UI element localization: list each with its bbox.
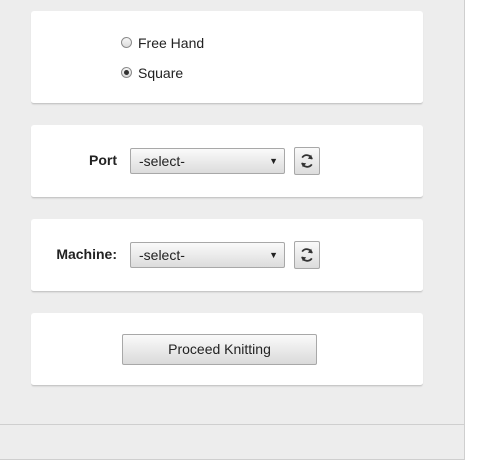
proceed-card: Proceed Knitting	[31, 313, 423, 386]
port-card: Port -select- ▼	[31, 125, 423, 198]
machine-select[interactable]: -select- ▼	[130, 242, 285, 268]
chevron-down-icon: ▼	[269, 156, 278, 166]
radio-option-free-hand[interactable]: Free Hand	[121, 34, 204, 52]
machine-label: Machine:	[56, 246, 117, 262]
port-refresh-button[interactable]	[294, 147, 320, 175]
port-label: Port	[89, 152, 117, 168]
machine-card: Machine: -select- ▼	[31, 219, 423, 292]
machine-refresh-button[interactable]	[294, 241, 320, 269]
footer-bar	[0, 424, 465, 460]
refresh-icon	[301, 154, 313, 168]
shape-card: Free Hand Square	[31, 11, 423, 104]
port-select[interactable]: -select- ▼	[130, 148, 285, 174]
square-label: Square	[138, 65, 184, 81]
square-radio[interactable]	[121, 67, 132, 78]
port-select-value: -select-	[139, 153, 185, 169]
knitting-setup-view: Free Hand Square Port -select- ▼ Machine…	[0, 0, 487, 462]
machine-select-value: -select-	[139, 247, 185, 263]
radio-option-square[interactable]: Square	[121, 64, 183, 82]
refresh-icon	[301, 248, 313, 262]
proceed-knitting-button[interactable]: Proceed Knitting	[122, 334, 317, 365]
free-hand-label: Free Hand	[138, 35, 205, 51]
settings-panel: Free Hand Square Port -select- ▼ Machine…	[0, 0, 465, 424]
free-hand-radio[interactable]	[121, 37, 132, 48]
chevron-down-icon: ▼	[269, 250, 278, 260]
